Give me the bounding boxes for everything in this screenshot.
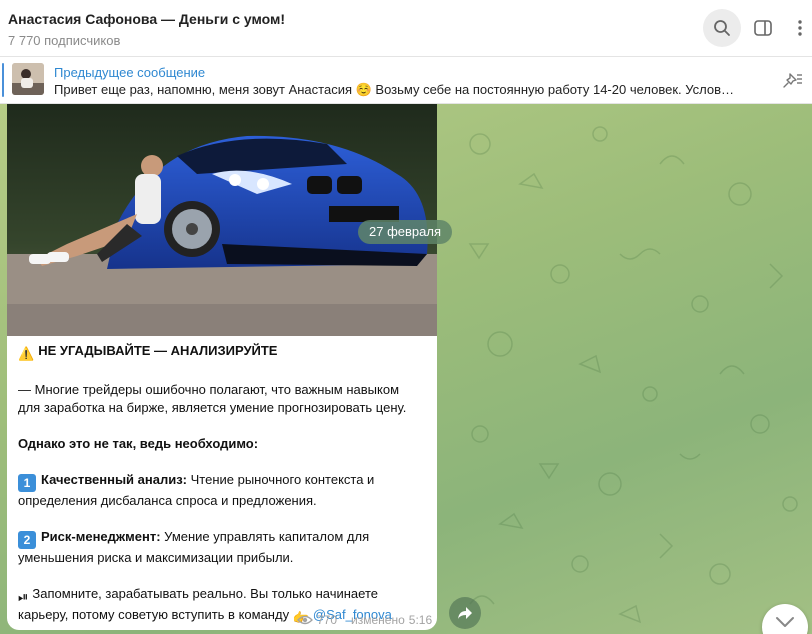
- toggle-sidebar-button[interactable]: [744, 9, 782, 47]
- post-text: ⚠️ НЕ УГАДЫВАЙТЕ — АНАЛИЗИРУЙТЕ — Многие …: [18, 342, 428, 627]
- more-button[interactable]: [788, 9, 812, 47]
- keycap-one-icon: 1: [18, 474, 36, 492]
- warning-icon: ⚠️: [18, 346, 35, 361]
- chat-header[interactable]: Анастасия Сафонова — Деньги с умом! 7 77…: [0, 0, 812, 57]
- channel-title[interactable]: Анастасия Сафонова — Деньги с умом!: [8, 11, 285, 27]
- item-2-line-1: 2 Риск-менеджмент: Умение управлять капит…: [18, 528, 428, 549]
- pinned-message-bar[interactable]: Предыдущее сообщение Привет еще раз, нап…: [0, 57, 812, 104]
- unpin-button[interactable]: [782, 72, 804, 90]
- post-time: 5:16: [408, 613, 433, 627]
- play-pause-icon: ⏯: [18, 589, 29, 604]
- keycap-two-icon: 2: [18, 531, 36, 549]
- pinned-text: Привет еще раз, напомню, меня зовут Анас…: [54, 82, 735, 97]
- post-footer: 770 изменено 5:16: [297, 613, 432, 627]
- item-2-line-2: уменьшения риска и максимизации прибыли.: [18, 550, 294, 565]
- pinned-accent: [2, 63, 4, 97]
- however-line: Однако это не так, ведь необходимо:: [18, 436, 259, 451]
- share-icon: [458, 607, 472, 619]
- unpin-icon: [783, 73, 802, 88]
- post-heading: ⚠️ НЕ УГАДЫВАЙТЕ — АНАЛИЗИРУЙТЕ: [18, 343, 278, 361]
- pinned-title: Предыдущее сообщение: [54, 65, 206, 80]
- search-icon: [714, 20, 730, 36]
- chevron-down-icon: [776, 617, 794, 627]
- item-1-line-2: определения дисбаланса спроса и предложе…: [18, 493, 317, 508]
- subscriber-count: 7 770 подписчиков: [8, 33, 121, 48]
- chat-area[interactable]: ⚠️ НЕ УГАДЫВАЙТЕ — АНАЛИЗИРУЙТЕ — Многие …: [0, 104, 812, 634]
- views-count: 770: [317, 613, 338, 627]
- intro-line-2: для заработка на бирже, является умение …: [18, 400, 407, 415]
- channel-post[interactable]: ⚠️ НЕ УГАДЫВАЙТЕ — АНАЛИЗИРУЙТЕ — Многие …: [7, 104, 437, 630]
- search-button[interactable]: [703, 9, 741, 47]
- pinned-thumbnail: [12, 63, 44, 95]
- item-1-line-1: 1 Качественный анализ: Чтение рыночного к…: [18, 471, 428, 492]
- share-button[interactable]: [449, 597, 481, 629]
- date-badge: 27 февраля: [358, 220, 452, 244]
- closing-line-1: ⏯ Запомните, зарабатывать реально. Вы тол…: [18, 586, 378, 604]
- sidebar-icon: [754, 20, 772, 36]
- more-icon: [798, 20, 802, 36]
- intro-line-1: — Многие трейдеры ошибочно полагают, что…: [18, 382, 400, 397]
- edited-label: изменено: [351, 613, 405, 627]
- views-icon: [297, 615, 313, 625]
